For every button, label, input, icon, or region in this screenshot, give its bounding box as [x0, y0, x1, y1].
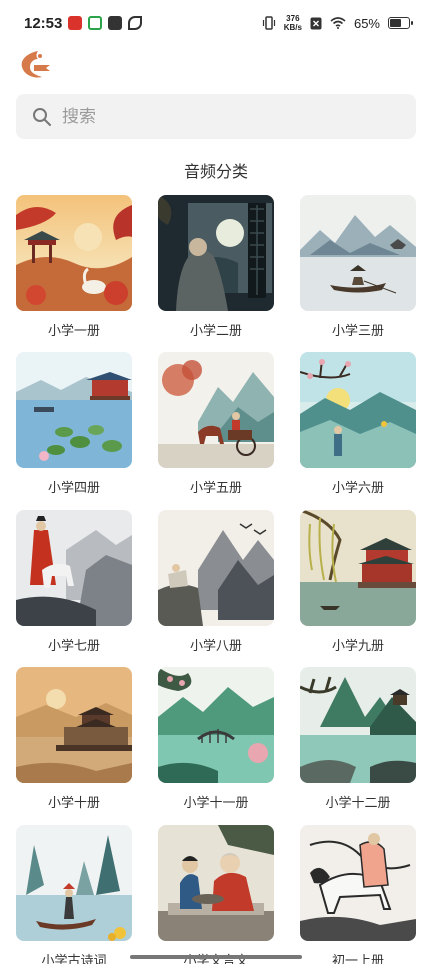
category-cover [300, 667, 416, 783]
category-label: 小学二册 [189, 324, 242, 339]
vibrate-icon [262, 16, 275, 30]
category-label: 小学十册 [47, 796, 100, 811]
category-card[interactable]: 小学文言文 [158, 825, 274, 964]
category-label: 小学八册 [189, 639, 242, 654]
battery-percent: 65% [353, 15, 380, 31]
category-label: 小学七册 [47, 639, 100, 654]
category-cover [300, 825, 416, 941]
status-right: 376 KB/s 65% [262, 14, 413, 32]
category-card[interactable]: 小学十二册 [300, 667, 416, 811]
category-card[interactable]: 小学一册 [16, 195, 132, 339]
search-icon [33, 107, 51, 126]
category-label: 小学古诗词 [41, 954, 107, 964]
category-cover [16, 825, 132, 941]
category-card[interactable]: 小学八册 [158, 510, 274, 654]
category-cover [16, 195, 132, 311]
notification-icons [68, 16, 142, 30]
category-cover [158, 825, 274, 941]
home-indicator[interactable] [130, 955, 302, 959]
search-bar[interactable] [16, 94, 416, 139]
search-input[interactable] [62, 106, 362, 127]
category-cover [158, 352, 274, 468]
category-label: 小学三册 [331, 324, 384, 339]
category-label: 小学五册 [189, 481, 242, 496]
category-label: 小学九册 [331, 639, 384, 654]
category-card[interactable]: 小学二册 [158, 195, 274, 339]
map-notification-icon [88, 16, 102, 30]
category-card[interactable]: 小学五册 [158, 352, 274, 496]
section-title: 音频分类 [183, 162, 248, 181]
category-label: 小学十一册 [183, 796, 249, 811]
category-label: 小学一册 [47, 324, 100, 339]
app-notification-icon [68, 16, 82, 30]
square-notification-icon [108, 16, 122, 30]
leaf-notification-icon [128, 16, 142, 30]
category-card[interactable]: 小学古诗词 [16, 825, 132, 964]
category-label: 初一上册 [331, 954, 384, 964]
status-time: 12:53 [24, 15, 63, 32]
category-cover [16, 667, 132, 783]
app-logo-icon [21, 51, 50, 78]
category-card[interactable]: 初一上册 [300, 825, 416, 964]
category-card[interactable]: 小学七册 [16, 510, 132, 654]
sim-blocked-icon [310, 17, 322, 29]
category-cover [300, 352, 416, 468]
category-label: 小学六册 [331, 481, 384, 496]
category-cover [158, 667, 274, 783]
network-speed: 376 KB/s [283, 14, 302, 32]
category-card[interactable]: 小学四册 [16, 352, 132, 496]
category-cover [300, 510, 416, 626]
category-cover [16, 352, 132, 468]
category-card[interactable]: 小学十一册 [158, 667, 274, 811]
category-cover [158, 510, 274, 626]
wifi-icon [330, 17, 346, 29]
category-cover [158, 195, 274, 311]
category-cover [300, 195, 416, 311]
category-card[interactable]: 小学九册 [300, 510, 416, 654]
category-label: 小学十二册 [325, 796, 391, 811]
category-card[interactable]: 小学三册 [300, 195, 416, 339]
category-label: 小学四册 [47, 481, 100, 496]
category-card[interactable]: 小学六册 [300, 352, 416, 496]
battery-icon [388, 17, 413, 29]
category-cover [16, 510, 132, 626]
category-card[interactable]: 小学十册 [16, 667, 132, 811]
status-bar: 12:53 376 KB/s 65% [0, 0, 432, 48]
